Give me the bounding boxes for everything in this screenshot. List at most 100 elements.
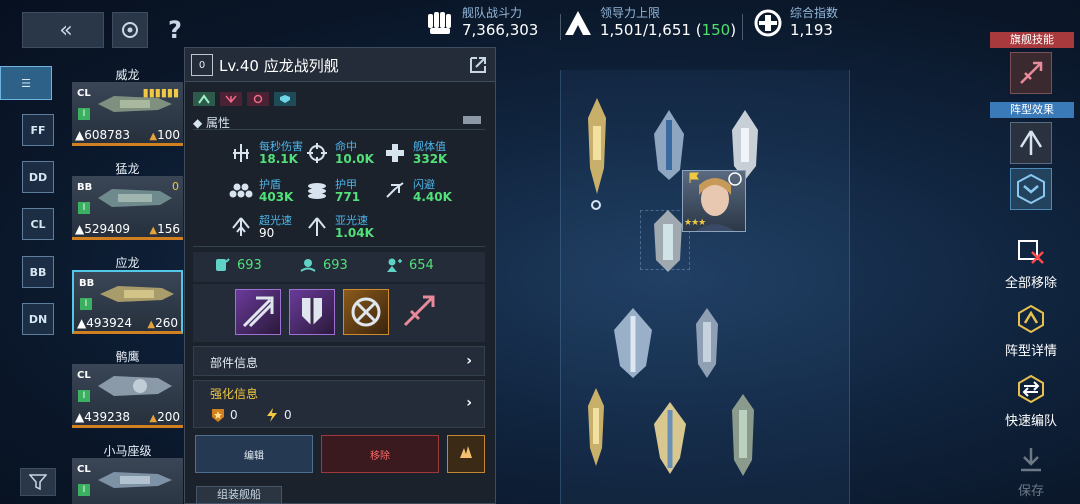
ship-power: ▲439238 [75, 410, 131, 424]
chevron-right-icon: › [466, 353, 472, 369]
attr-armor: 护甲 771 [305, 178, 360, 204]
attr-accuracy: 命中 10.0K [305, 140, 374, 166]
module-slot[interactable] [235, 289, 281, 335]
ship-name: 应龙 [115, 256, 140, 270]
module-slot[interactable] [397, 289, 443, 335]
ship-name: 猛龙 [115, 162, 140, 176]
trait-tags [193, 92, 296, 106]
help-button[interactable]: ? [160, 14, 190, 46]
parts-info-row[interactable]: 部件信息 › [193, 346, 485, 376]
filter-dn-button[interactable]: DN [22, 303, 54, 335]
position-marker [591, 200, 601, 210]
ship-class: BB [77, 182, 93, 193]
save-button[interactable]: 保存 [996, 442, 1066, 499]
officer-attack-icon [216, 258, 230, 271]
back-button[interactable]: « [22, 12, 104, 48]
flagship-skill-button[interactable] [1010, 52, 1052, 94]
enhance-lightning-item: 0 [264, 407, 292, 423]
module-slots [193, 284, 485, 342]
external-link-icon[interactable] [467, 54, 489, 76]
ship-leadership: ▲156 [149, 222, 180, 236]
module-slot[interactable] [343, 289, 389, 335]
attr-shield: 护盾 403K [229, 178, 293, 204]
stat-value: 1,193 [790, 21, 833, 39]
formation-ship[interactable] [728, 394, 758, 476]
swap-arrows-icon [1014, 372, 1048, 406]
ship-leadership: ▲200 [149, 410, 180, 424]
filter-ff-button[interactable]: FF [22, 114, 54, 146]
sort-filter-button[interactable] [20, 468, 56, 496]
enhance-info-row[interactable]: 强化信息 0 0 › [193, 380, 485, 428]
swap-icon [728, 172, 742, 186]
class-filter-column: ☰ FF DD CL BB DN [0, 60, 58, 504]
attr-dps: 每秒伤害 18.1K [229, 140, 303, 166]
officer-skill-values: 693 693 654 [193, 252, 485, 282]
formation-ship[interactable] [582, 98, 612, 194]
ship-leadership: ▲260 [147, 316, 178, 330]
ship-class: CL [77, 88, 91, 99]
crosshair-icon [307, 143, 327, 163]
ship-card[interactable]: 小马座级 CL I [70, 440, 185, 504]
formation-ship[interactable] [610, 308, 656, 378]
remove-all-icon [1014, 234, 1048, 268]
target-icon [247, 92, 269, 106]
ship-image [100, 286, 174, 302]
ship-card[interactable]: 鹘鹰 CL I ▲439238 ▲200 [70, 346, 185, 431]
filter-cl-button[interactable]: CL [22, 208, 54, 240]
ship-list: 威龙 CL I ▮▮▮▮▮▮ ▲608783 ▲100 猛龙 BB I 0 ▲5… [70, 64, 185, 504]
attr-evasion: 闪避 4.40K [383, 178, 452, 204]
tier-badge: I [78, 108, 90, 120]
stat-value: 1,501/1,651 (150) [600, 21, 737, 39]
attributes-toggle[interactable] [463, 116, 481, 124]
hexagon-chevron-icon [1017, 173, 1045, 205]
flagship-button[interactable] [447, 435, 485, 473]
ship-image [98, 96, 172, 112]
enhance-stars-item: 0 [210, 407, 238, 423]
ship-card-selected[interactable]: 应龙 BB I ▲493924 ▲260 [70, 252, 185, 337]
arrow-up-icon [1019, 130, 1043, 155]
filter-dd-button[interactable]: DD [22, 161, 54, 193]
ship-class: CL [77, 464, 91, 475]
evade-icon [386, 182, 404, 198]
formation-ship[interactable] [692, 308, 722, 378]
section-title: ◆ 属性 [193, 116, 231, 130]
assemble-ship-tab[interactable]: 组装舰船 [196, 486, 282, 504]
remove-all-button[interactable]: 全部移除 [996, 234, 1066, 291]
formation-effect-button-1[interactable] [1010, 122, 1052, 164]
formation-ship[interactable] [584, 388, 608, 466]
filter-all-button[interactable]: ☰ [0, 66, 52, 100]
skill-value-item: 693 [299, 256, 348, 274]
ship-card[interactable]: 威龙 CL I ▮▮▮▮▮▮ ▲608783 ▲100 [70, 64, 185, 149]
index-icon [752, 7, 784, 39]
leadership-icon [562, 7, 594, 39]
funnel-icon [29, 474, 47, 490]
tier-badge: I [78, 390, 90, 402]
trident-icon [220, 92, 242, 106]
captain-stars: ★★★ [684, 218, 706, 228]
ship-power: ▲608783 [75, 128, 131, 142]
flame-icon [458, 446, 474, 462]
tier-badge: I [78, 202, 90, 214]
leadership-stat: 领导力上限 1,501/1,651 (150) [562, 6, 736, 40]
fist-icon [424, 7, 456, 39]
slot-number-box: 0 [191, 54, 213, 76]
attributes-header: ◆ 属性 [193, 112, 485, 130]
ship-power: ▲529409 [75, 222, 131, 236]
divider [560, 14, 561, 40]
reset-button[interactable] [112, 12, 148, 48]
leadership-remaining: 150 [701, 21, 731, 39]
quick-edit-button[interactable]: 快速编队 [996, 372, 1066, 429]
edit-button[interactable]: 编辑 [195, 435, 313, 473]
ship-image [98, 189, 172, 207]
formation-effect-button-2[interactable] [1010, 168, 1052, 210]
star-badge-icon [212, 409, 224, 422]
module-slot[interactable] [289, 289, 335, 335]
ship-card[interactable]: 猛龙 BB I 0 ▲529409 ▲156 [70, 158, 185, 243]
ship-name: 威龙 [115, 68, 140, 82]
remove-button[interactable]: 移除 [321, 435, 439, 473]
tier-badge: I [80, 298, 92, 310]
divider [193, 246, 485, 247]
filter-bb-button[interactable]: BB [22, 256, 54, 288]
formation-detail-button[interactable]: 阵型详情 [996, 302, 1066, 359]
formation-ship[interactable] [650, 402, 690, 474]
